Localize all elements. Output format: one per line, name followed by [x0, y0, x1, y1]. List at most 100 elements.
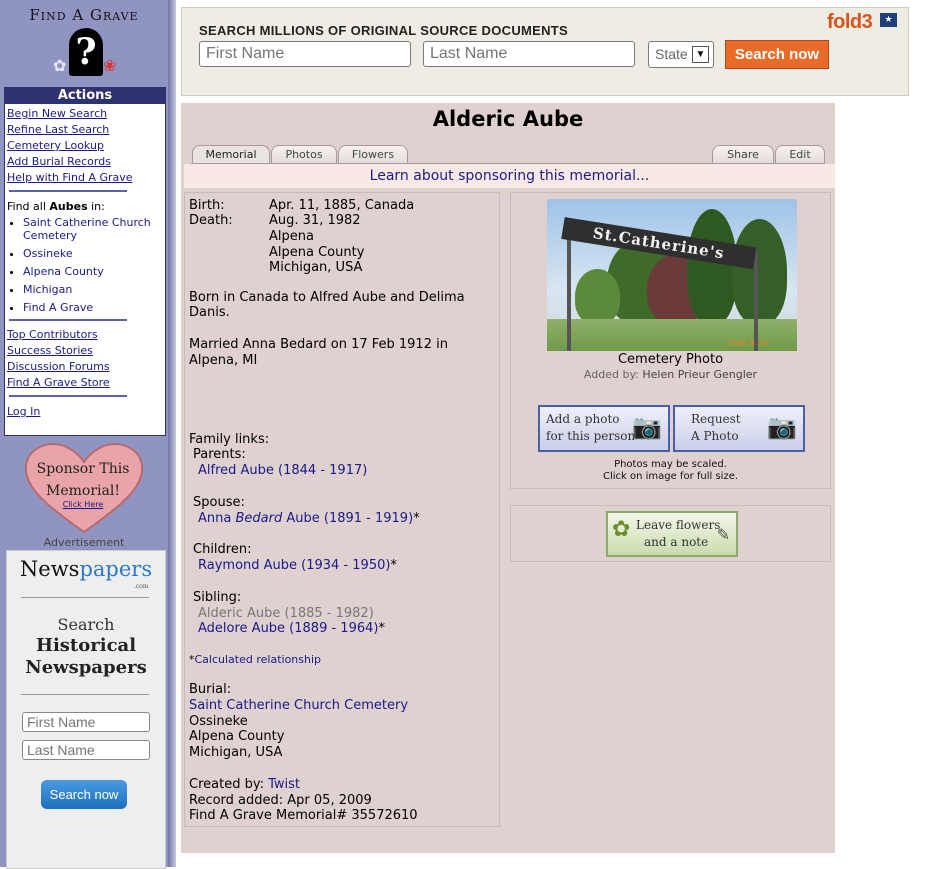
find-a-grave-logo[interactable]: Find A Grave ✿ ? ❀: [4, 4, 164, 86]
spouse-link[interactable]: Anna Bedard Aube (1891 - 1919)*: [198, 511, 420, 527]
place-link-state[interactable]: Michigan: [23, 283, 72, 296]
flag-icon: ★: [880, 13, 897, 27]
add-photo-button[interactable]: Add a photo for this person 📷: [538, 405, 670, 452]
camera-icon: 📷: [632, 413, 662, 441]
created-by-row: Created by: Twist: [189, 777, 300, 793]
creator-link[interactable]: Twist: [268, 777, 300, 792]
asterisk: *: [378, 621, 385, 636]
sponsor-memorial-heart-button[interactable]: Sponsor This Memorial! Click Here: [24, 442, 144, 534]
sponsor-bar: Learn about sponsoring this memorial...: [184, 164, 835, 188]
sibling-label: Sibling:: [193, 590, 242, 605]
death-place-city: Alpena: [269, 229, 314, 244]
burial-cemetery-link[interactable]: Saint Catherine Church Cemetery: [189, 698, 408, 714]
request-line2: A Photo: [691, 429, 739, 443]
sibling-link[interactable]: Adelore Aube (1889 - 1964): [198, 621, 378, 636]
leave-flowers-button[interactable]: ✿ Leave flowers and a note ✎: [606, 511, 738, 557]
last-name-input[interactable]: [423, 41, 635, 67]
add-photo-line1: Add a photo: [546, 412, 620, 426]
state-select[interactable]: State ▼: [648, 41, 714, 68]
add-burial-records-link[interactable]: Add Burial Records: [7, 155, 165, 168]
begin-new-search-link[interactable]: Begin New Search: [7, 107, 165, 120]
actions-panel: Actions Begin New Search Refine Last Sea…: [4, 87, 166, 436]
tab-photos[interactable]: Photos: [271, 145, 337, 164]
find-all-label: Find all Aubes in:: [7, 200, 165, 213]
find-all-surname: Aubes: [49, 200, 88, 213]
log-in-link[interactable]: Log In: [7, 405, 165, 418]
sponsor-memorial-link[interactable]: Learn about sponsoring this memorial...: [370, 168, 650, 184]
death-label: Death:: [189, 213, 233, 228]
children-label: Children:: [193, 542, 252, 557]
cemetery-lookup-link[interactable]: Cemetery Lookup: [7, 139, 165, 152]
question-mark-tombstone-icon: ?: [69, 28, 103, 76]
newspapers-logo: Newspapers .com: [7, 557, 165, 590]
find-all-suffix: in:: [91, 200, 105, 213]
gate-post: [754, 249, 758, 351]
help-link[interactable]: Help with Find A Grave: [7, 171, 165, 184]
flowers-line2: and a note: [644, 535, 709, 549]
ad-first-name-input[interactable]: [22, 712, 150, 732]
record-added: Record added: Apr 05, 2009: [189, 793, 372, 808]
death-date: Aug. 31, 1982: [269, 213, 361, 228]
bio-marriage-line2: Alpena, MI: [189, 353, 258, 368]
family-links-label: Family links:: [189, 432, 270, 447]
advertisement-label: Advertisement: [43, 536, 125, 549]
banner-search-button[interactable]: Search now: [725, 40, 829, 69]
flower-icon: ✿: [612, 517, 631, 542]
divider: [9, 190, 127, 192]
ad-last-name-input[interactable]: [22, 740, 150, 760]
newspapers-ad[interactable]: Newspapers .com Search Historical Newspap…: [6, 550, 166, 869]
added-by-link[interactable]: Helen Prieur Gengler: [642, 368, 757, 381]
store-link[interactable]: Find A Grave Store: [7, 376, 165, 389]
tree: [732, 219, 787, 324]
note-pencil-icon: ✎: [716, 525, 730, 544]
tab-memorial[interactable]: Memorial: [192, 145, 270, 164]
gate-post: [567, 227, 571, 351]
cemetery-photo[interactable]: St.Catherine's 2005 8 20: [547, 199, 797, 351]
first-name-input[interactable]: [199, 41, 411, 67]
fold3-search-banner: SEARCH MILLIONS OF ORIGINAL SOURCE DOCUM…: [181, 7, 909, 96]
parent-link[interactable]: Alfred Aube (1844 - 1917): [198, 463, 367, 479]
ad-search-button[interactable]: Search now: [41, 780, 127, 809]
top-contributors-link[interactable]: Top Contributors: [7, 328, 165, 341]
memorial-name: Alderic Aube: [432, 107, 584, 131]
chevron-down-icon: ▼: [692, 46, 709, 63]
state-select-label: State: [655, 46, 688, 62]
birth-label: Birth:: [189, 198, 225, 213]
spouse-label: Spouse:: [193, 495, 245, 510]
brand-main: News: [19, 557, 80, 581]
fold3-logo[interactable]: fold3: [827, 11, 873, 34]
list-item: Michigan: [23, 283, 165, 296]
added-by-label: Added by:: [583, 368, 639, 381]
photo-note-line1: Photos may be scaled.: [614, 459, 727, 470]
burial-state: Michigan, USA: [189, 745, 283, 760]
calculated-relationship-link[interactable]: Calculated relationship: [195, 653, 322, 666]
leave-flowers-label: Leave flowers and a note: [636, 517, 720, 551]
tab-edit[interactable]: Edit: [775, 145, 825, 164]
refine-last-search-link[interactable]: Refine Last Search: [7, 123, 165, 136]
place-link-find-a-grave[interactable]: Find A Grave: [23, 301, 93, 314]
tab-share[interactable]: Share: [712, 145, 774, 164]
memorial-id: Find A Grave Memorial# 35572610: [189, 808, 418, 823]
add-photo-label: Add a photo for this person: [546, 411, 635, 445]
find-all-prefix: Find all: [7, 200, 46, 213]
request-photo-button[interactable]: Request A Photo 📷: [673, 405, 805, 452]
calc-note: *Calculated relationship: [189, 652, 321, 668]
logo-title: Find A Grave: [29, 6, 139, 24]
bio-birth-line1: Born in Canada to Alfred Aube and Delima: [189, 290, 465, 305]
child-link[interactable]: Raymond Aube (1934 - 1950): [198, 558, 390, 573]
photo-box: St.Catherine's 2005 8 20 Cemetery Photo …: [510, 192, 831, 489]
photo-note: Photos may be scaled. Click on image for …: [511, 459, 830, 483]
success-stories-link[interactable]: Success Stories: [7, 344, 165, 357]
sidebar-edge: [168, 0, 176, 867]
tab-flowers[interactable]: Flowers: [338, 145, 408, 164]
spouse-maiden: Bedard: [235, 511, 283, 526]
list-item: Ossineke: [23, 247, 165, 260]
discussion-forums-link[interactable]: Discussion Forums: [7, 360, 165, 373]
birth-value: Apr. 11, 1885, Canada: [269, 198, 415, 213]
death-place-state: Michigan, USA: [269, 260, 363, 275]
place-link-county[interactable]: Alpena County: [23, 265, 104, 278]
place-link-cemetery[interactable]: Saint Catherine Church Cemetery: [23, 216, 151, 242]
brand-accent: papers: [79, 557, 153, 581]
sponsor-click-here-link[interactable]: Click Here: [24, 500, 142, 509]
place-link-ossineke[interactable]: Ossineke: [23, 247, 73, 260]
